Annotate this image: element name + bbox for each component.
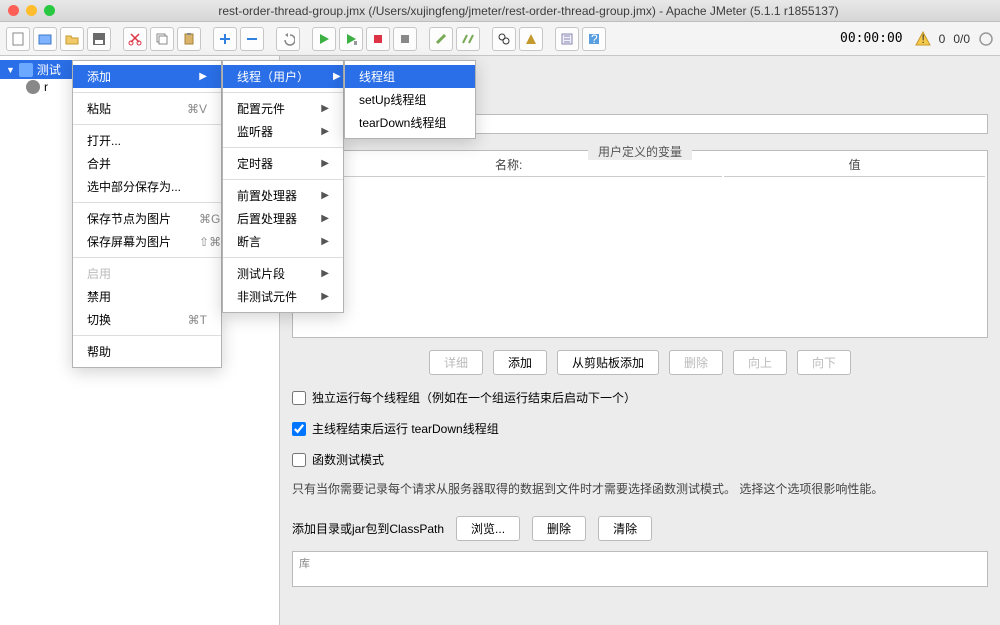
context-menu: 添加▶ 粘贴⌘V 打开... 合并 选中部分保存为... 保存节点为图片⌘G 保… xyxy=(72,60,222,368)
stop-button[interactable] xyxy=(366,27,390,51)
copy-button[interactable] xyxy=(150,27,174,51)
ctx-help[interactable]: 帮助 xyxy=(73,340,221,363)
down-button[interactable]: 向下 xyxy=(797,350,851,375)
thread-icon xyxy=(26,80,40,94)
add-button[interactable]: 添加 xyxy=(493,350,547,375)
svg-text:!: ! xyxy=(921,32,924,46)
sub-nontest[interactable]: 非测试元件▶ xyxy=(223,285,343,308)
ctx-enable: 启用 xyxy=(73,262,221,285)
chk-teardown-label: 主线程结束后运行 tearDown线程组 xyxy=(312,420,499,437)
ctx-merge[interactable]: 合并 xyxy=(73,152,221,175)
add-icon[interactable] xyxy=(213,27,237,51)
add-clipboard-button[interactable]: 从剪贴板添加 xyxy=(557,350,659,375)
vars-title: 用户定义的变量 xyxy=(588,143,692,160)
help-button[interactable]: ? xyxy=(582,27,606,51)
submenu-thread: 线程组 setUp线程组 tearDown线程组 xyxy=(344,60,476,139)
ctx-save-node-img[interactable]: 保存节点为图片⌘G xyxy=(73,207,221,230)
minimize-icon[interactable] xyxy=(26,5,37,16)
cut-button[interactable] xyxy=(123,27,147,51)
sub-tg[interactable]: 线程组 xyxy=(345,65,475,88)
clear-button[interactable] xyxy=(429,27,453,51)
sub-timer[interactable]: 定时器▶ xyxy=(223,152,343,175)
ctx-toggle[interactable]: 切换⌘T xyxy=(73,308,221,331)
ctx-paste[interactable]: 粘贴⌘V xyxy=(73,97,221,120)
col-value: 值 xyxy=(724,153,985,177)
chevron-right-icon: ▶ xyxy=(199,71,207,82)
tree-root-label: 测试 xyxy=(37,61,61,78)
templates-button[interactable] xyxy=(33,27,57,51)
remove-icon[interactable] xyxy=(240,27,264,51)
sub-config[interactable]: 配置元件▶ xyxy=(223,97,343,120)
open-button[interactable] xyxy=(60,27,84,51)
ctx-open[interactable]: 打开... xyxy=(73,129,221,152)
chevron-right-icon: ▶ xyxy=(333,71,341,82)
ctx-save-screen-img[interactable]: 保存屏幕为图片⇧⌘G xyxy=(73,230,221,253)
sub-pre[interactable]: 前置处理器▶ xyxy=(223,184,343,207)
warn-count: 0 xyxy=(939,32,946,46)
library-list[interactable]: 库 xyxy=(292,551,988,587)
classpath-label: 添加目录或jar包到ClassPath xyxy=(292,520,444,537)
up-button[interactable]: 向上 xyxy=(733,350,787,375)
sub-thread-user[interactable]: 线程（用户）▶ xyxy=(223,65,343,88)
ctx-disable[interactable]: 禁用 xyxy=(73,285,221,308)
chk-serial[interactable] xyxy=(292,391,306,405)
reset-search-button[interactable] xyxy=(519,27,543,51)
browse-button[interactable]: 浏览... xyxy=(456,516,520,541)
clear-all-button[interactable] xyxy=(456,27,480,51)
ctx-save-sel[interactable]: 选中部分保存为... xyxy=(73,175,221,198)
sub-post[interactable]: 后置处理器▶ xyxy=(223,207,343,230)
clear-cp-button[interactable]: 清除 xyxy=(598,516,652,541)
sub-frag[interactable]: 测试片段▶ xyxy=(223,262,343,285)
delete-cp-button[interactable]: 删除 xyxy=(532,516,586,541)
warning-icon: ! xyxy=(915,31,931,47)
thread-count: 0/0 xyxy=(953,32,970,46)
functional-note: 只有当你需要记录每个请求从服务器取得的数据到文件时才需要选择函数测试模式。 选择… xyxy=(292,480,988,498)
sub-setup[interactable]: setUp线程组 xyxy=(345,88,475,111)
search-icon[interactable] xyxy=(492,27,516,51)
chk-serial-label: 独立运行每个线程组（例如在一个组运行结束后启动下一个） xyxy=(312,389,636,406)
sub-teardown[interactable]: tearDown线程组 xyxy=(345,111,475,134)
elapsed-timer: 00:00:00 xyxy=(836,29,907,48)
svg-text:?: ? xyxy=(591,32,598,46)
status-icon xyxy=(978,31,994,47)
vars-box: 用户定义的变量 名称:值 xyxy=(292,150,988,338)
toolbar: ? 00:00:00 ! 0 0/0 xyxy=(0,22,1000,56)
ctx-add[interactable]: 添加▶ xyxy=(73,65,221,88)
paste-button[interactable] xyxy=(177,27,201,51)
function-helper-button[interactable] xyxy=(555,27,579,51)
undo-button[interactable] xyxy=(276,27,300,51)
start-notimers-button[interactable] xyxy=(339,27,363,51)
tree-child-label: r xyxy=(44,80,48,94)
titlebar: rest-order-thread-group.jmx (/Users/xuji… xyxy=(0,0,1000,22)
chk-teardown[interactable] xyxy=(292,422,306,436)
save-button[interactable] xyxy=(87,27,111,51)
close-icon[interactable] xyxy=(8,5,19,16)
shutdown-button[interactable] xyxy=(393,27,417,51)
sub-listener[interactable]: 监听器▶ xyxy=(223,120,343,143)
chk-functional-label: 函数测试模式 xyxy=(312,451,384,468)
delete-button[interactable]: 删除 xyxy=(669,350,723,375)
submenu-add: 线程（用户）▶ 配置元件▶ 监听器▶ 定时器▶ 前置处理器▶ 后置处理器▶ 断言… xyxy=(222,60,344,313)
new-button[interactable] xyxy=(6,27,30,51)
start-button[interactable] xyxy=(312,27,336,51)
detail-button[interactable]: 详细 xyxy=(429,350,483,375)
window-title: rest-order-thread-group.jmx (/Users/xuji… xyxy=(65,4,992,18)
testplan-icon xyxy=(19,63,33,77)
chk-functional[interactable] xyxy=(292,453,306,467)
sub-assert[interactable]: 断言▶ xyxy=(223,230,343,253)
maximize-icon[interactable] xyxy=(44,5,55,16)
content-panel: 用户定义的变量 名称:值 详细 添加 从剪贴板添加 删除 向上 向下 独立运行每… xyxy=(280,56,1000,625)
